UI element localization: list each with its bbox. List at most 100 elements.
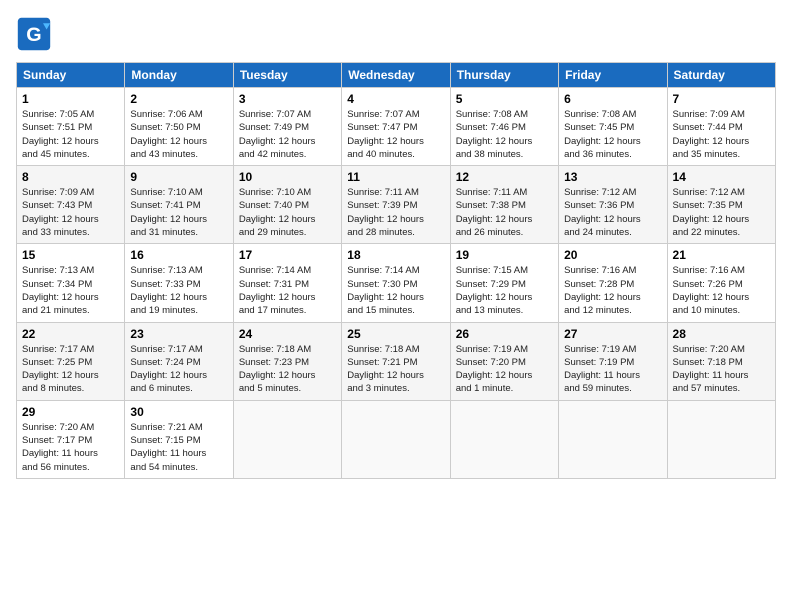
day-info: Sunrise: 7:20 AMSunset: 7:18 PMDaylight:… [673,343,770,396]
day-number: 9 [130,170,227,184]
calendar-cell: 24 Sunrise: 7:18 AMSunset: 7:23 PMDaylig… [233,322,341,400]
weekday-monday: Monday [125,63,233,88]
calendar-cell: 23 Sunrise: 7:17 AMSunset: 7:24 PMDaylig… [125,322,233,400]
day-number: 8 [22,170,119,184]
day-info: Sunrise: 7:07 AMSunset: 7:47 PMDaylight:… [347,108,444,161]
day-number: 2 [130,92,227,106]
calendar-cell: 5 Sunrise: 7:08 AMSunset: 7:46 PMDayligh… [450,88,558,166]
header: G [16,16,776,52]
calendar-cell: 4 Sunrise: 7:07 AMSunset: 7:47 PMDayligh… [342,88,450,166]
day-number: 10 [239,170,336,184]
day-info: Sunrise: 7:17 AMSunset: 7:25 PMDaylight:… [22,343,119,396]
day-number: 12 [456,170,553,184]
calendar-cell: 20 Sunrise: 7:16 AMSunset: 7:28 PMDaylig… [559,244,667,322]
calendar-cell: 21 Sunrise: 7:16 AMSunset: 7:26 PMDaylig… [667,244,775,322]
calendar-cell: 10 Sunrise: 7:10 AMSunset: 7:40 PMDaylig… [233,166,341,244]
calendar-body: 1 Sunrise: 7:05 AMSunset: 7:51 PMDayligh… [17,88,776,479]
calendar-cell: 7 Sunrise: 7:09 AMSunset: 7:44 PMDayligh… [667,88,775,166]
calendar-cell [342,400,450,478]
day-info: Sunrise: 7:19 AMSunset: 7:19 PMDaylight:… [564,343,661,396]
calendar-cell: 22 Sunrise: 7:17 AMSunset: 7:25 PMDaylig… [17,322,125,400]
calendar-cell: 19 Sunrise: 7:15 AMSunset: 7:29 PMDaylig… [450,244,558,322]
day-info: Sunrise: 7:14 AMSunset: 7:31 PMDaylight:… [239,264,336,317]
weekday-friday: Friday [559,63,667,88]
day-number: 20 [564,248,661,262]
day-info: Sunrise: 7:21 AMSunset: 7:15 PMDaylight:… [130,421,227,474]
calendar-cell [667,400,775,478]
calendar-cell: 3 Sunrise: 7:07 AMSunset: 7:49 PMDayligh… [233,88,341,166]
day-info: Sunrise: 7:19 AMSunset: 7:20 PMDaylight:… [456,343,553,396]
day-info: Sunrise: 7:13 AMSunset: 7:34 PMDaylight:… [22,264,119,317]
day-info: Sunrise: 7:08 AMSunset: 7:45 PMDaylight:… [564,108,661,161]
logo: G [16,16,56,52]
day-number: 14 [673,170,770,184]
calendar-cell: 15 Sunrise: 7:13 AMSunset: 7:34 PMDaylig… [17,244,125,322]
calendar-cell: 14 Sunrise: 7:12 AMSunset: 7:35 PMDaylig… [667,166,775,244]
week-row-2: 8 Sunrise: 7:09 AMSunset: 7:43 PMDayligh… [17,166,776,244]
calendar-cell [559,400,667,478]
weekday-wednesday: Wednesday [342,63,450,88]
weekday-sunday: Sunday [17,63,125,88]
day-number: 3 [239,92,336,106]
day-info: Sunrise: 7:18 AMSunset: 7:21 PMDaylight:… [347,343,444,396]
day-info: Sunrise: 7:09 AMSunset: 7:43 PMDaylight:… [22,186,119,239]
calendar-cell: 9 Sunrise: 7:10 AMSunset: 7:41 PMDayligh… [125,166,233,244]
day-number: 19 [456,248,553,262]
day-number: 1 [22,92,119,106]
day-number: 17 [239,248,336,262]
day-number: 18 [347,248,444,262]
day-info: Sunrise: 7:06 AMSunset: 7:50 PMDaylight:… [130,108,227,161]
day-info: Sunrise: 7:12 AMSunset: 7:36 PMDaylight:… [564,186,661,239]
calendar-cell: 8 Sunrise: 7:09 AMSunset: 7:43 PMDayligh… [17,166,125,244]
calendar-cell: 13 Sunrise: 7:12 AMSunset: 7:36 PMDaylig… [559,166,667,244]
svg-text:G: G [26,24,41,46]
calendar-cell: 17 Sunrise: 7:14 AMSunset: 7:31 PMDaylig… [233,244,341,322]
calendar-cell: 12 Sunrise: 7:11 AMSunset: 7:38 PMDaylig… [450,166,558,244]
day-info: Sunrise: 7:07 AMSunset: 7:49 PMDaylight:… [239,108,336,161]
calendar-cell: 1 Sunrise: 7:05 AMSunset: 7:51 PMDayligh… [17,88,125,166]
day-number: 28 [673,327,770,341]
week-row-4: 22 Sunrise: 7:17 AMSunset: 7:25 PMDaylig… [17,322,776,400]
day-info: Sunrise: 7:17 AMSunset: 7:24 PMDaylight:… [130,343,227,396]
day-number: 22 [22,327,119,341]
day-info: Sunrise: 7:10 AMSunset: 7:41 PMDaylight:… [130,186,227,239]
day-number: 27 [564,327,661,341]
calendar-cell: 6 Sunrise: 7:08 AMSunset: 7:45 PMDayligh… [559,88,667,166]
calendar-cell: 18 Sunrise: 7:14 AMSunset: 7:30 PMDaylig… [342,244,450,322]
day-info: Sunrise: 7:10 AMSunset: 7:40 PMDaylight:… [239,186,336,239]
day-info: Sunrise: 7:13 AMSunset: 7:33 PMDaylight:… [130,264,227,317]
calendar-cell [450,400,558,478]
day-number: 26 [456,327,553,341]
logo-icon: G [16,16,52,52]
day-info: Sunrise: 7:16 AMSunset: 7:28 PMDaylight:… [564,264,661,317]
day-number: 29 [22,405,119,419]
day-number: 21 [673,248,770,262]
calendar-cell: 2 Sunrise: 7:06 AMSunset: 7:50 PMDayligh… [125,88,233,166]
day-info: Sunrise: 7:09 AMSunset: 7:44 PMDaylight:… [673,108,770,161]
day-number: 15 [22,248,119,262]
day-number: 5 [456,92,553,106]
day-info: Sunrise: 7:08 AMSunset: 7:46 PMDaylight:… [456,108,553,161]
day-number: 24 [239,327,336,341]
calendar-cell [233,400,341,478]
day-info: Sunrise: 7:12 AMSunset: 7:35 PMDaylight:… [673,186,770,239]
calendar-cell: 26 Sunrise: 7:19 AMSunset: 7:20 PMDaylig… [450,322,558,400]
weekday-tuesday: Tuesday [233,63,341,88]
weekday-thursday: Thursday [450,63,558,88]
calendar-cell: 30 Sunrise: 7:21 AMSunset: 7:15 PMDaylig… [125,400,233,478]
day-info: Sunrise: 7:11 AMSunset: 7:39 PMDaylight:… [347,186,444,239]
day-info: Sunrise: 7:20 AMSunset: 7:17 PMDaylight:… [22,421,119,474]
calendar-cell: 28 Sunrise: 7:20 AMSunset: 7:18 PMDaylig… [667,322,775,400]
day-info: Sunrise: 7:11 AMSunset: 7:38 PMDaylight:… [456,186,553,239]
day-number: 11 [347,170,444,184]
calendar-cell: 27 Sunrise: 7:19 AMSunset: 7:19 PMDaylig… [559,322,667,400]
calendar-cell: 11 Sunrise: 7:11 AMSunset: 7:39 PMDaylig… [342,166,450,244]
calendar-cell: 29 Sunrise: 7:20 AMSunset: 7:17 PMDaylig… [17,400,125,478]
day-number: 6 [564,92,661,106]
calendar-table: SundayMondayTuesdayWednesdayThursdayFrid… [16,62,776,479]
day-number: 4 [347,92,444,106]
calendar-cell: 25 Sunrise: 7:18 AMSunset: 7:21 PMDaylig… [342,322,450,400]
day-number: 23 [130,327,227,341]
day-info: Sunrise: 7:15 AMSunset: 7:29 PMDaylight:… [456,264,553,317]
day-info: Sunrise: 7:14 AMSunset: 7:30 PMDaylight:… [347,264,444,317]
